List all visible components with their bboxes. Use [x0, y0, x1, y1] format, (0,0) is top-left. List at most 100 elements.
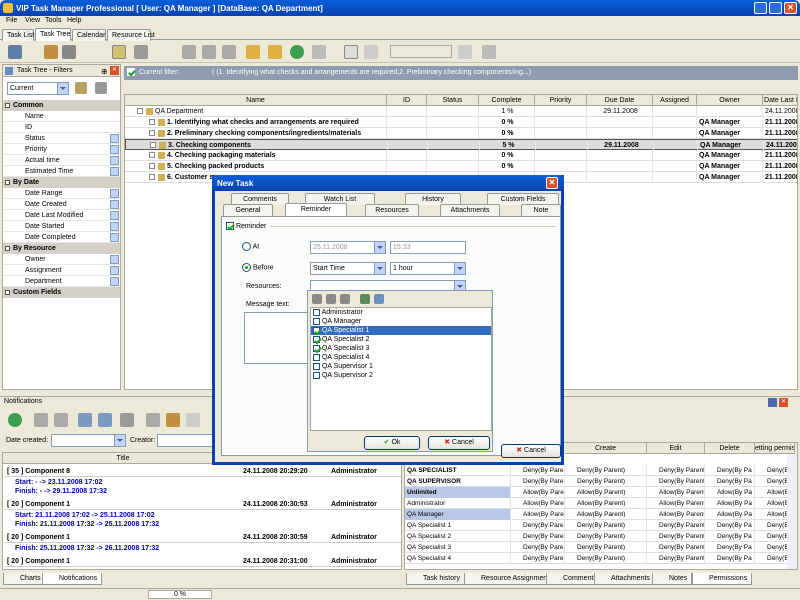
filter-icon[interactable]: [112, 45, 126, 59]
dialog-tab-attachments[interactable]: Attachments: [440, 204, 500, 216]
filter-options-icon[interactable]: [95, 82, 107, 94]
permission-row[interactable]: QA Specialist 2 Deny(By Pare Deny(By Paren…: [405, 531, 797, 542]
at-date-input[interactable]: 25.11.2008: [310, 241, 386, 254]
resource-list-item[interactable]: QA Specialist 4: [311, 353, 491, 362]
resource-list-item[interactable]: QA Specialist 1: [311, 326, 491, 335]
task-column-header[interactable]: Due Date: [587, 95, 653, 106]
expand-icon[interactable]: [149, 174, 155, 181]
close-button[interactable]: ✕: [784, 2, 797, 14]
resource-checkbox[interactable]: [313, 344, 320, 352]
task-row[interactable]: QA Department 1 % 29.11.2008 24.11.2008 20:…: [125, 106, 797, 117]
notification-icon-4[interactable]: [78, 413, 92, 427]
expand-icon[interactable]: [149, 152, 155, 159]
expand-icon[interactable]: [149, 130, 155, 137]
permission-row[interactable]: QA Specialist 1 Deny(By Pare Deny(By Paren…: [405, 520, 797, 531]
resource-list-item[interactable]: QA Specialist 2: [311, 335, 491, 344]
current-filter-checkbox[interactable]: [127, 68, 135, 77]
notifications-close-icon[interactable]: ✕: [779, 398, 788, 407]
tab-resource-list[interactable]: Resource List: [107, 29, 155, 41]
tab-task-tree[interactable]: Task Tree: [35, 28, 71, 41]
resource-list-item[interactable]: QA Specialist 3: [311, 344, 491, 353]
document-icon[interactable]: [364, 45, 378, 59]
delete-task-icon[interactable]: [62, 45, 76, 59]
resource-checkbox[interactable]: [313, 317, 320, 325]
notification-icon-7[interactable]: [146, 413, 160, 427]
print-icon[interactable]: [134, 45, 148, 59]
task-row[interactable]: 5. Checking packed products 0 % QA Manager…: [125, 161, 797, 172]
resource-checkbox[interactable]: [313, 326, 320, 334]
filter-property[interactable]: Status: [3, 133, 120, 144]
filter-property[interactable]: Date Last Modified: [3, 210, 120, 221]
at-radio[interactable]: [242, 242, 251, 251]
refresh-notifications-icon[interactable]: [8, 413, 22, 427]
filter-property[interactable]: Owner: [3, 254, 120, 265]
chevron-down-icon[interactable]: [110, 167, 119, 176]
tree-expand-icon[interactable]: [268, 45, 282, 59]
edit-task-icon[interactable]: [44, 45, 58, 59]
notification-icon-3[interactable]: [54, 413, 68, 427]
notification-icon-2[interactable]: [34, 413, 48, 427]
task-column-header[interactable]: Status: [427, 95, 479, 106]
filter-property[interactable]: Name: [3, 111, 120, 122]
notification-item[interactable]: [ 20 ] Component 1 24.11.2008 20:30:59 Adm…: [5, 532, 401, 543]
grid-icon[interactable]: [458, 45, 472, 59]
notification-icon-5[interactable]: [98, 413, 112, 427]
unselect-icon[interactable]: [340, 294, 350, 304]
chevron-down-icon[interactable]: [110, 134, 119, 143]
chevron-down-icon[interactable]: [110, 255, 119, 264]
notification-icon-9[interactable]: [186, 413, 200, 427]
menu-help[interactable]: Help: [67, 17, 81, 24]
resource-checkbox[interactable]: [313, 353, 320, 361]
collapse-all-icon[interactable]: [374, 294, 384, 304]
task-row[interactable]: 3. Checking components 5 % 29.11.2008 QA Ma…: [125, 139, 797, 151]
task-row[interactable]: 2. Preliminary checking components/ingre…: [125, 128, 797, 139]
dialog-cancel-button[interactable]: ✖ Cancel: [501, 444, 561, 458]
close-filters-icon[interactable]: ✕: [110, 66, 119, 75]
expand-icon[interactable]: [149, 163, 155, 170]
resource-list-item[interactable]: Administrator: [311, 308, 491, 317]
pin-icon[interactable]: ⊕: [101, 66, 108, 78]
filter-section-header[interactable]: Common: [3, 100, 120, 111]
arrow-down-icon[interactable]: [222, 45, 236, 59]
tab-notifications[interactable]: Notifications: [42, 573, 103, 585]
filter-property[interactable]: ID: [3, 122, 120, 133]
tree-icon[interactable]: [246, 45, 260, 59]
filter-section-header[interactable]: By Resource: [3, 243, 120, 254]
resource-checkbox[interactable]: [313, 308, 320, 316]
permission-row[interactable]: QA Specialist 3 Deny(By Pare Deny(By Paren…: [405, 542, 797, 553]
filter-property[interactable]: Actual time: [3, 155, 120, 166]
select-group-icon[interactable]: [326, 294, 336, 304]
creator-select[interactable]: [157, 434, 217, 447]
task-column-header[interactable]: Priority: [535, 95, 587, 106]
permission-row[interactable]: QA Manager Allow(By Parer Allow(By Parent)…: [405, 509, 797, 520]
resource-list-item[interactable]: QA Manager: [311, 317, 491, 326]
dialog-close-button[interactable]: ✕: [546, 177, 558, 189]
column-icon[interactable]: [344, 45, 358, 59]
permission-row[interactable]: Unlimited Allow(By Parer Allow(By Parent) A…: [405, 487, 797, 498]
permission-column-header[interactable]: etting permissio: [755, 443, 795, 454]
tab-calendar[interactable]: Calendar: [72, 29, 106, 41]
expand-icon[interactable]: [149, 119, 155, 126]
before-radio[interactable]: [242, 263, 251, 272]
menu-file[interactable]: File: [6, 17, 17, 24]
notification-item[interactable]: [ 20 ] Component 1 24.11.2008 20:31:00 Adm…: [5, 556, 401, 567]
maximize-button[interactable]: [769, 2, 782, 14]
minimize-button[interactable]: [754, 2, 767, 14]
resource-list-item[interactable]: QA Supervisor 1: [311, 362, 491, 371]
filter-section-header[interactable]: Custom Fields: [3, 287, 120, 298]
resource-checkbox[interactable]: [313, 335, 320, 343]
resource-checkbox[interactable]: [313, 371, 320, 379]
filter-property[interactable]: Estimated Time: [3, 166, 120, 177]
permission-row[interactable]: QA Specialist 4 Deny(By Pare Deny(By Paren…: [405, 553, 797, 564]
filter-funnel-icon[interactable]: [75, 82, 87, 94]
chevron-down-icon[interactable]: [110, 200, 119, 209]
filter-property[interactable]: Date Range: [3, 188, 120, 199]
tab-resource-assignment[interactable]: Resource Assignment: [464, 573, 555, 585]
filter-view-select[interactable]: Current: [7, 82, 69, 95]
expand-icon[interactable]: [150, 142, 156, 149]
resource-list-item[interactable]: QA Supervisor 2: [311, 371, 491, 380]
chevron-down-icon[interactable]: [110, 277, 119, 286]
before-select[interactable]: Start Time: [310, 262, 386, 275]
tab-task-history[interactable]: Task history: [406, 573, 465, 585]
menu-tools[interactable]: Tools: [45, 17, 61, 24]
